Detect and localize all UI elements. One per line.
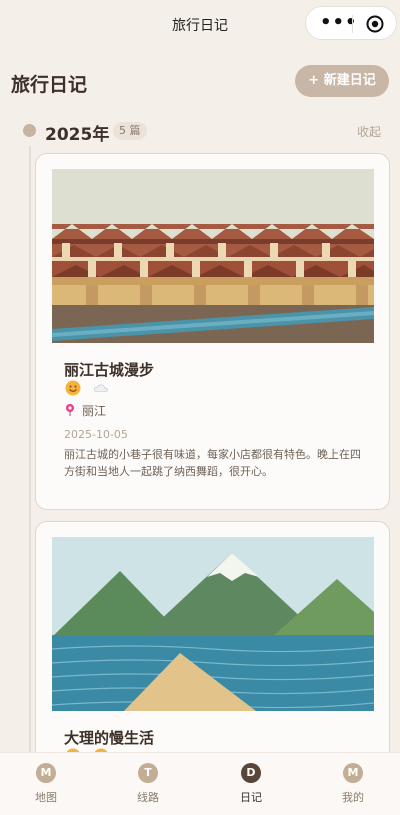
- diary-photo: [52, 537, 374, 711]
- timeline-line: [29, 146, 31, 766]
- capsule-divider: [352, 15, 353, 33]
- tab-label: 地图: [35, 791, 57, 804]
- entry-count-badge: 5 篇: [113, 122, 147, 140]
- map-tab-icon: M: [36, 763, 56, 783]
- new-diary-button[interactable]: + 新建日记: [295, 65, 389, 97]
- diary-tab-icon: D: [241, 763, 261, 783]
- diary-title: 大理的慢生活: [64, 729, 155, 747]
- tab-map[interactable]: M 地图: [16, 763, 76, 805]
- tab-label: 线路: [137, 791, 159, 804]
- page-title: 旅行日记: [11, 74, 88, 96]
- close-target-icon[interactable]: [366, 15, 384, 33]
- timeline-dot: [23, 124, 36, 137]
- location-text: 丽江: [82, 404, 107, 418]
- bottom-tab-bar: M 地图 T 线路 D 日记 M 我的: [0, 752, 400, 815]
- location-row: 丽江: [64, 402, 106, 420]
- diary-card[interactable]: 丽江古城漫步 丽江 2025-10-05 丽江古城的小巷子很有味道，每家小店都很…: [35, 153, 390, 510]
- diary-card[interactable]: 大理的慢生活: [35, 521, 390, 781]
- year-label: 2025年: [45, 125, 110, 145]
- tab-mine[interactable]: M 我的: [323, 763, 383, 805]
- mood-list: [65, 380, 116, 398]
- miniprogram-capsule: •••: [305, 6, 397, 40]
- tab-label: 我的: [342, 791, 364, 804]
- tab-label: 日记: [240, 791, 262, 804]
- cloud-icon: [94, 384, 109, 392]
- diary-date: 2025-10-05: [64, 428, 128, 441]
- page-header: 旅行日记 + 新建日记: [0, 60, 400, 102]
- location-pin-icon: [66, 404, 74, 416]
- collapse-button[interactable]: 收起: [357, 123, 381, 140]
- diary-title: 丽江古城漫步: [64, 361, 155, 379]
- tab-diary[interactable]: D 日记: [221, 763, 281, 805]
- year-group-header: 2025年 5 篇 收起: [0, 118, 400, 146]
- tab-route[interactable]: T 线路: [118, 763, 178, 805]
- diary-excerpt: 丽江古城的小巷子很有味道，每家小店都很有特色。晚上在四方街和当地人一起跳了纳西舞…: [64, 448, 361, 478]
- route-tab-icon: T: [138, 763, 158, 783]
- top-nav-bar: 旅行日记 •••: [0, 0, 400, 48]
- smile-icon: [65, 380, 81, 396]
- diary-photo: [52, 169, 374, 343]
- profile-tab-icon: M: [343, 763, 363, 783]
